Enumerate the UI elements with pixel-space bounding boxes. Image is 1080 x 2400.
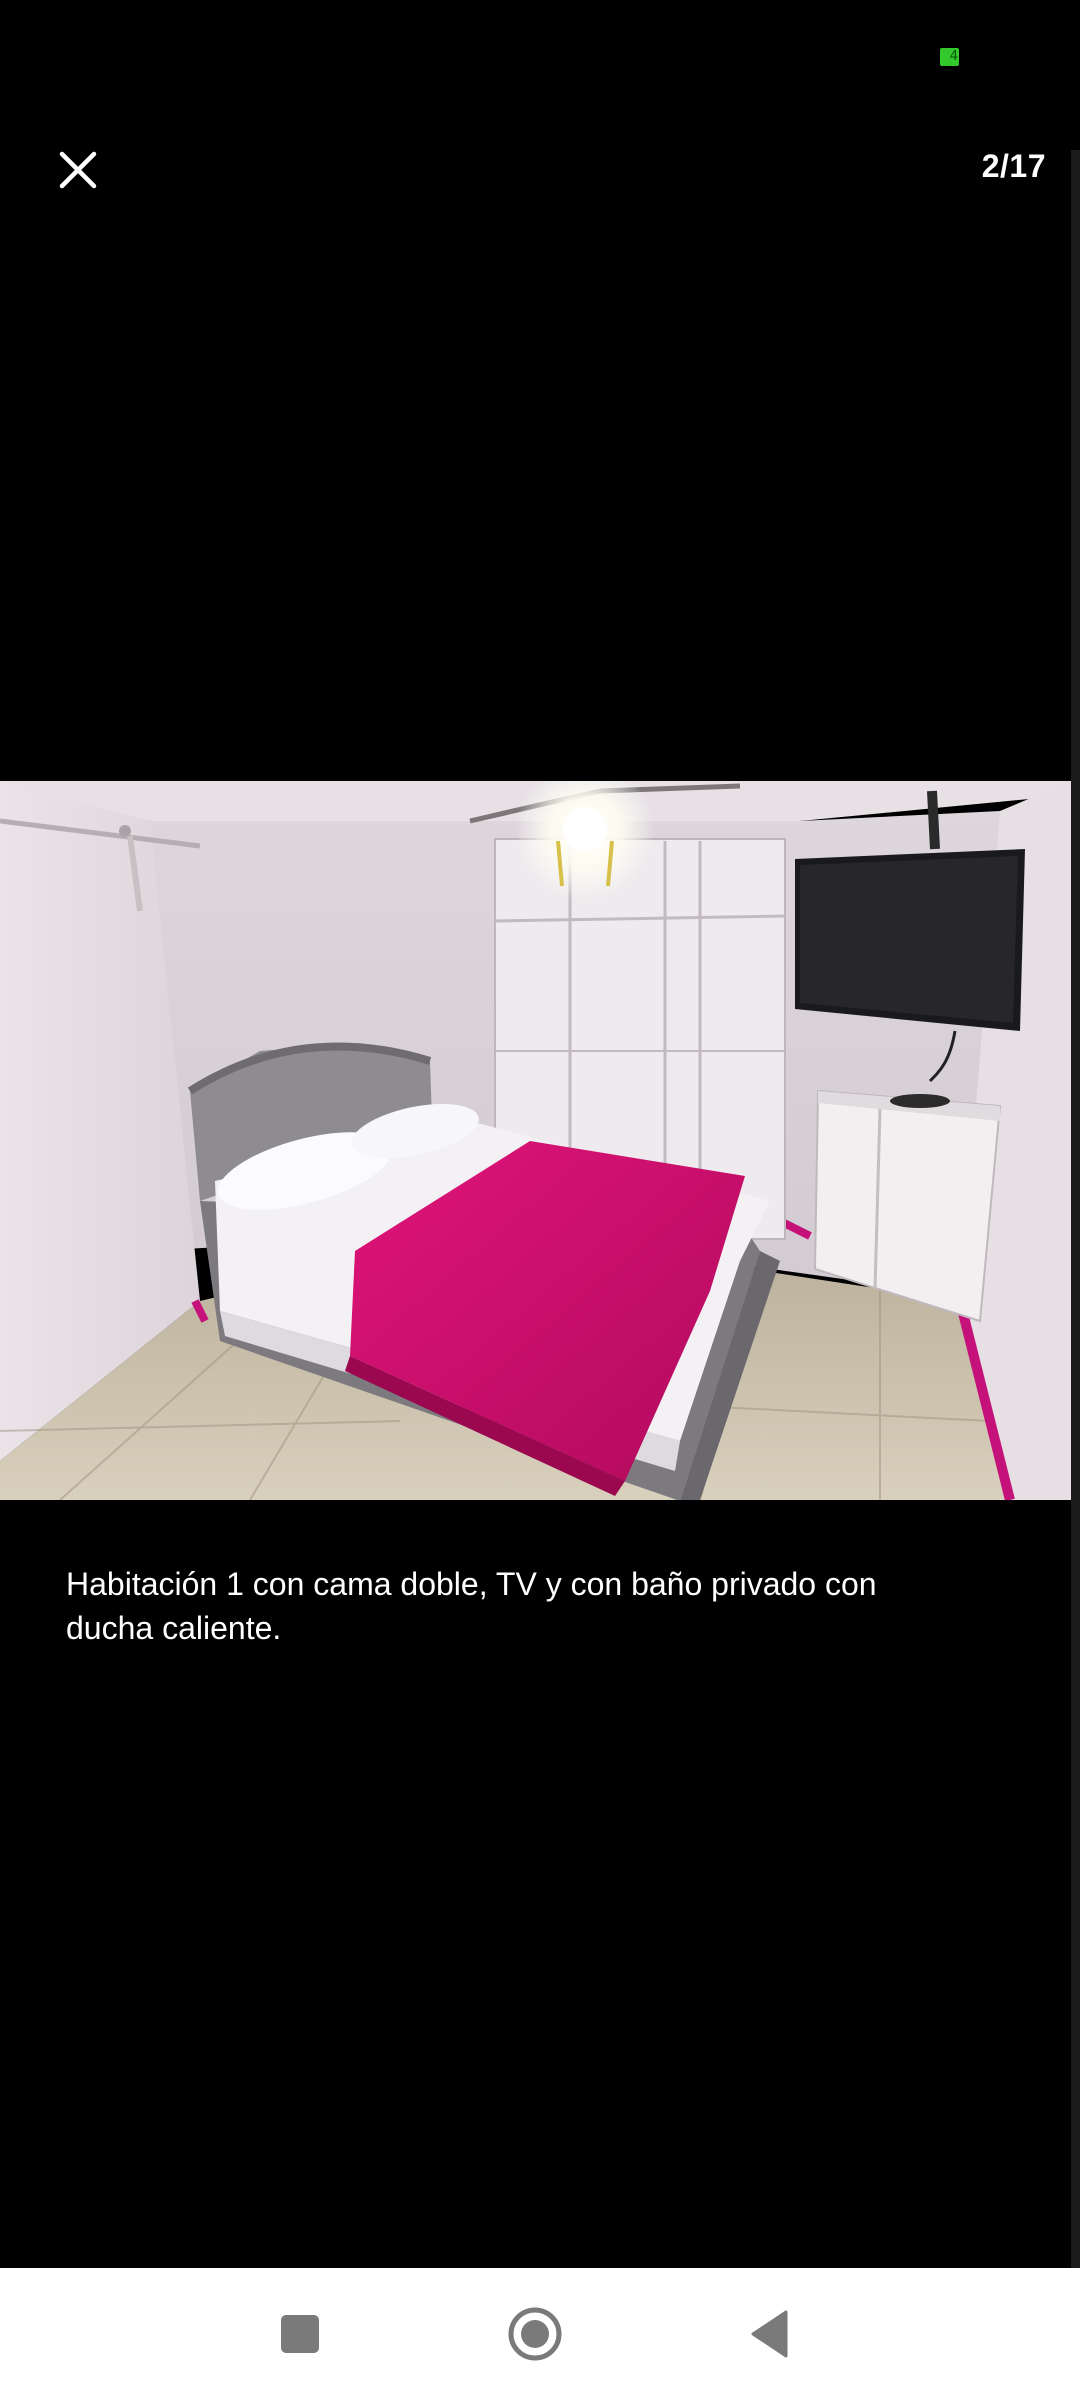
status-bar: 4 (0, 0, 1080, 110)
circle-icon (508, 2307, 562, 2361)
square-icon (281, 2315, 319, 2353)
close-icon (59, 151, 97, 189)
home-button[interactable] (475, 2268, 595, 2400)
recents-button[interactable] (240, 2268, 360, 2400)
photo-counter: 2/17 (981, 148, 1046, 184)
battery-level: 4 (949, 49, 958, 64)
close-button[interactable] (38, 130, 118, 210)
bedroom-photo (0, 781, 1071, 1500)
photo-viewer-screen: 4 2/17 Habitación 1 con cama doble, TV y… (0, 0, 1080, 2400)
navigation-bar (0, 2268, 1080, 2400)
battery-icon: 4 (940, 48, 959, 66)
listing-photo[interactable] (0, 781, 1071, 1500)
back-button[interactable] (710, 2268, 830, 2400)
scroll-edge (1071, 150, 1080, 2270)
photo-caption: Habitación 1 con cama doble, TV y con ba… (66, 1566, 877, 1646)
triangle-back-icon (751, 2310, 788, 2358)
